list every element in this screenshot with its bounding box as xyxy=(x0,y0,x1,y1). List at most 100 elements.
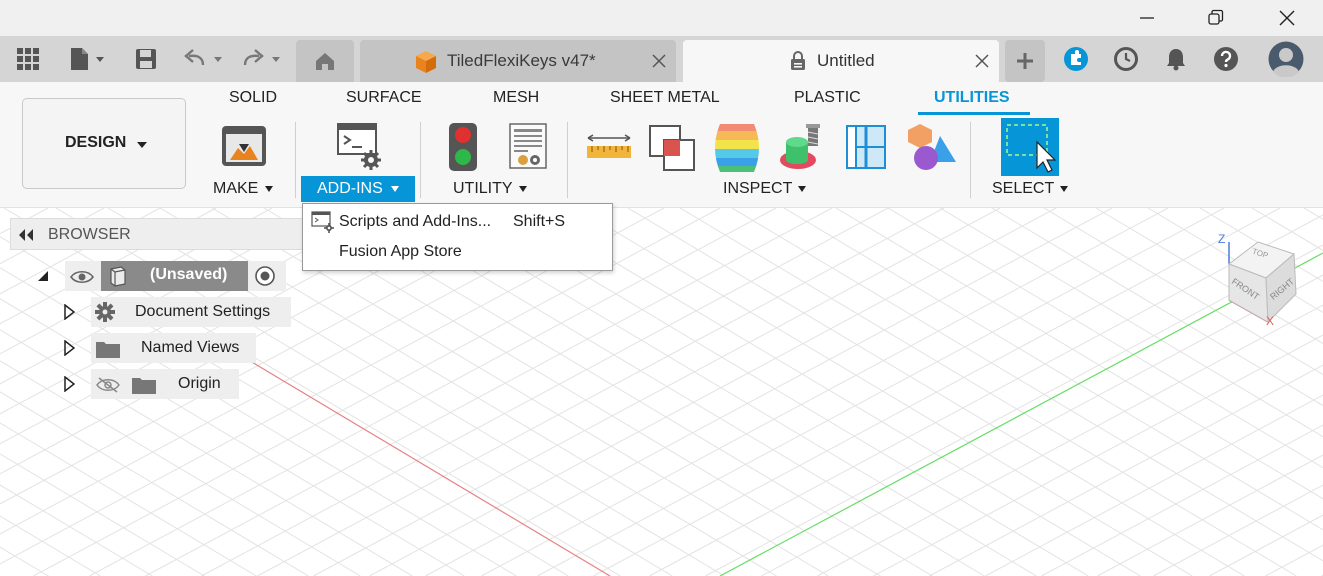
extensions-button[interactable] xyxy=(1060,44,1092,74)
notifications-button[interactable] xyxy=(1160,44,1192,74)
select-button[interactable] xyxy=(1001,118,1059,181)
undo-icon xyxy=(184,49,222,66)
3d-print-button[interactable] xyxy=(220,124,268,173)
grid-line xyxy=(575,208,1193,576)
grid-line xyxy=(679,208,1297,576)
file-menu-button[interactable] xyxy=(64,44,110,74)
visibility-eye-icon[interactable] xyxy=(70,269,94,285)
section-analysis-button[interactable] xyxy=(845,124,887,175)
zebra-icon xyxy=(715,124,759,172)
draft-analysis-button[interactable] xyxy=(778,122,824,177)
home-icon xyxy=(316,53,334,70)
interference-button[interactable] xyxy=(648,124,696,177)
canvas-viewport[interactable]: Z X TOP FRONT RIGHT BROWSER (Unsaved) Do… xyxy=(0,208,1323,576)
data-panel-button[interactable] xyxy=(12,44,44,74)
parameters-button[interactable] xyxy=(509,123,547,176)
save-icon xyxy=(136,49,156,69)
close-icon xyxy=(1279,10,1295,26)
menu-item-scripts-addins[interactable]: Scripts and Add-Ins... Shift+S xyxy=(303,207,612,237)
tab-plastic[interactable]: PLASTIC xyxy=(794,89,861,107)
activate-radio-icon[interactable] xyxy=(254,265,276,287)
tab-mesh[interactable]: MESH xyxy=(493,89,539,107)
tab-title: TiledFlexiKeys v47* xyxy=(447,51,596,70)
bell-icon xyxy=(1167,49,1185,71)
select-group-label[interactable]: SELECT xyxy=(992,180,1054,198)
tab-tiledflexikeys[interactable]: TiledFlexiKeys v47* xyxy=(360,40,676,82)
minimize-button[interactable] xyxy=(1124,0,1170,36)
chevron-down-icon xyxy=(519,186,527,192)
job-status-button[interactable] xyxy=(1110,44,1142,74)
grid-line xyxy=(593,208,1281,576)
new-tab-button[interactable] xyxy=(1005,40,1045,82)
browser-node-label: Named Views xyxy=(141,339,240,356)
window-title-bar xyxy=(0,0,1323,36)
folder-icon xyxy=(96,342,120,358)
avatar[interactable] xyxy=(1268,40,1304,78)
addins-group-button[interactable]: ADD-INS xyxy=(301,176,415,202)
display-component-colors-button[interactable] xyxy=(906,122,958,177)
file-icon xyxy=(71,48,104,70)
table-icon xyxy=(509,123,547,169)
zebra-analysis-button[interactable] xyxy=(712,122,762,179)
minimize-icon xyxy=(1140,17,1154,19)
user-avatar-icon xyxy=(1268,41,1304,77)
tab-title: Untitled xyxy=(817,51,875,70)
expand-arrow-icon[interactable] xyxy=(64,304,75,320)
inspect-group-label[interactable]: INSPECT xyxy=(723,180,792,198)
tab-untitled[interactable]: Untitled xyxy=(683,40,999,82)
make-group-label[interactable]: MAKE xyxy=(213,180,258,198)
draft-analysis-icon xyxy=(780,124,820,169)
measure-button[interactable] xyxy=(586,132,632,167)
scripts-addins-button[interactable] xyxy=(336,122,384,177)
menu-item-fusion-app-store[interactable]: Fusion App Store xyxy=(303,237,612,267)
browser-node-named-views[interactable]: Named Views xyxy=(91,333,256,363)
addins-dropdown-menu: Scripts and Add-Ins... Shift+S Fusion Ap… xyxy=(302,203,613,271)
component-icon xyxy=(110,266,126,287)
hidden-eye-icon[interactable] xyxy=(96,377,122,393)
traffic-light-button[interactable] xyxy=(447,122,479,177)
help-icon xyxy=(1214,47,1238,71)
browser-node-origin[interactable]: Origin xyxy=(91,369,239,399)
collapse-arrow-icon[interactable] xyxy=(37,270,49,282)
plus-icon xyxy=(1017,53,1033,69)
expand-arrow-icon[interactable] xyxy=(64,340,75,356)
help-button[interactable] xyxy=(1210,44,1242,74)
tab-utilities[interactable]: UTILITIES xyxy=(934,89,1010,107)
close-window-button[interactable] xyxy=(1264,0,1310,36)
restore-icon xyxy=(1208,9,1224,25)
close-tab-icon[interactable] xyxy=(975,54,989,68)
component-icon xyxy=(416,51,436,73)
tab-bar: TiledFlexiKeys v47* Untitled xyxy=(0,36,1323,82)
collapse-panel-icon[interactable] xyxy=(17,229,35,241)
group-separator xyxy=(420,122,421,198)
tab-surface[interactable]: SURFACE xyxy=(346,89,422,107)
gear-icon xyxy=(95,302,115,322)
browser-root-node[interactable]: (Unsaved) xyxy=(65,261,286,291)
lock-icon xyxy=(791,51,805,70)
save-button[interactable] xyxy=(132,44,160,74)
group-separator xyxy=(970,122,971,198)
grid-line xyxy=(537,208,1225,576)
workspace-switcher[interactable]: DESIGN xyxy=(22,98,186,189)
extensions-icon xyxy=(1064,47,1088,71)
utility-group-label[interactable]: UTILITY xyxy=(453,180,513,198)
browser-node-document-settings[interactable]: Document Settings xyxy=(91,297,291,327)
traffic-light-icon xyxy=(449,123,477,171)
grid-icon xyxy=(17,48,39,70)
restore-button[interactable] xyxy=(1193,0,1239,36)
scripts-icon xyxy=(337,123,381,170)
close-tab-icon[interactable] xyxy=(652,54,666,68)
redo-button[interactable] xyxy=(240,44,286,74)
expand-arrow-icon[interactable] xyxy=(64,376,75,392)
undo-button[interactable] xyxy=(182,44,228,74)
browser-header[interactable]: BROWSER xyxy=(10,218,310,250)
tab-sheet-metal[interactable]: SHEET METAL xyxy=(610,89,720,107)
toolbar-ribbon: DESIGN SOLID SURFACE MESH SHEET METAL PL… xyxy=(0,82,1323,208)
clock-icon xyxy=(1114,47,1138,71)
browser-title: BROWSER xyxy=(48,226,131,243)
chevron-down-icon xyxy=(265,186,273,192)
group-separator xyxy=(567,122,568,198)
home-tab[interactable] xyxy=(296,40,354,82)
tab-solid[interactable]: SOLID xyxy=(229,89,277,107)
viewcube[interactable]: Z X TOP FRONT RIGHT xyxy=(1212,232,1308,332)
